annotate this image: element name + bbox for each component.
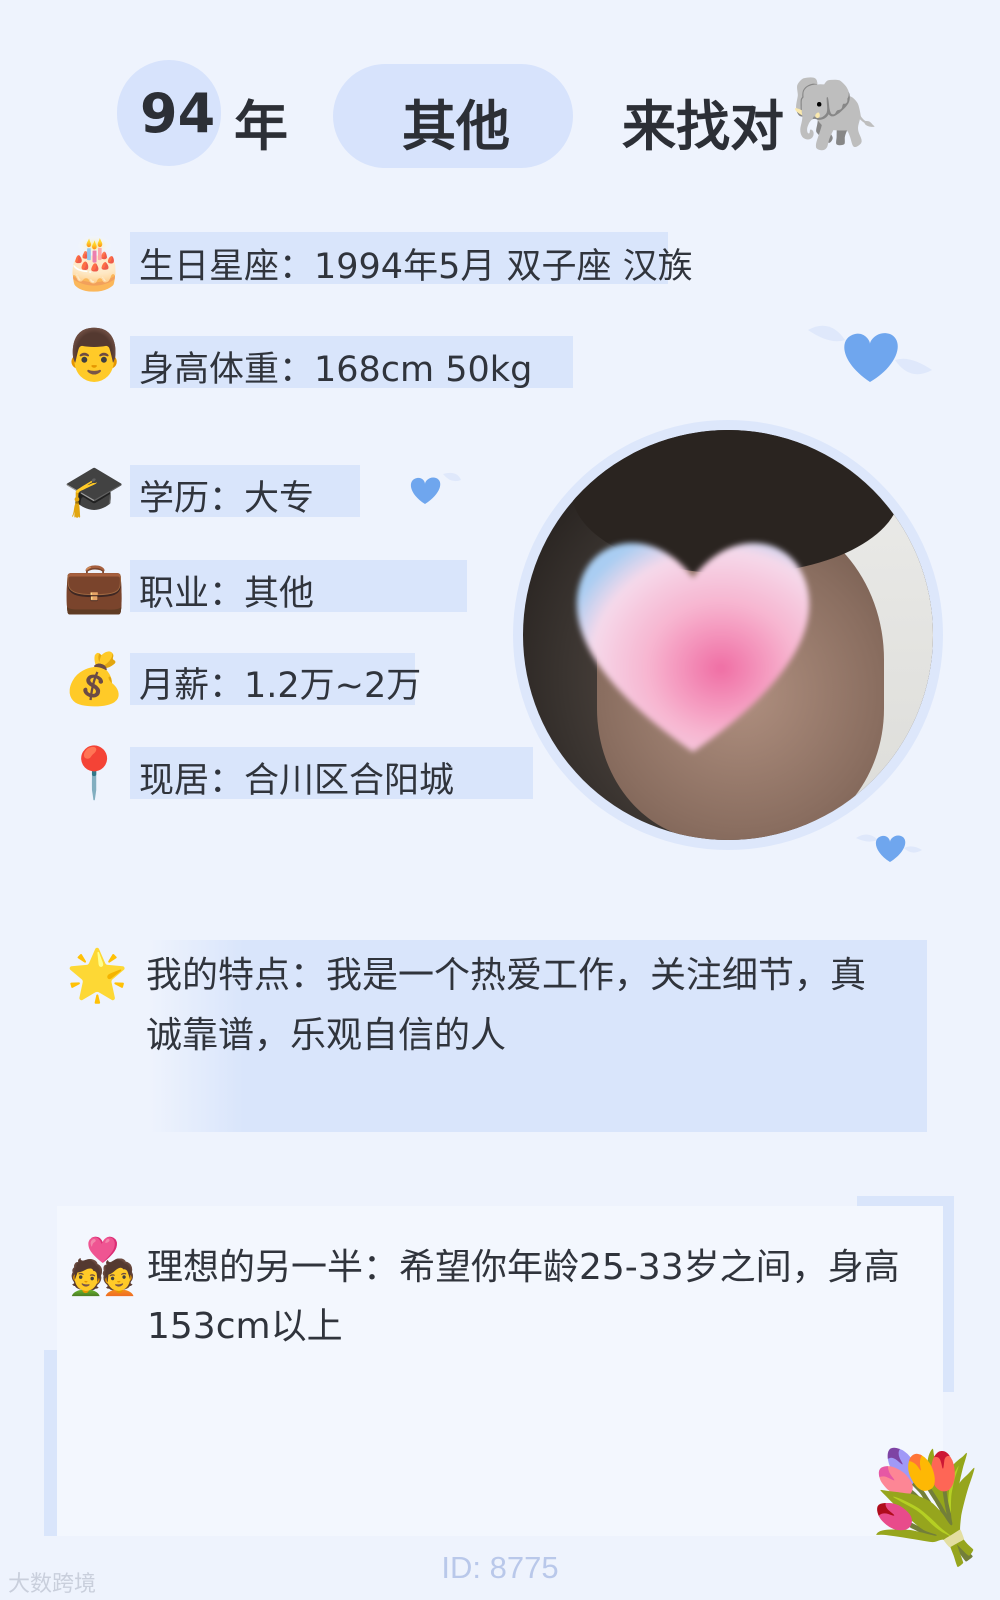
bouquet-icon: 💐: [860, 1449, 991, 1566]
birthday-field: 生日星座：1994年5月 双子座 汉族: [139, 247, 693, 287]
elephant-icon: 🐘: [790, 74, 880, 154]
profile-photo-frame: [513, 420, 943, 850]
location-pin-icon: 📍: [63, 745, 126, 801]
salary-field: 月薪：1.2万~2万: [139, 666, 422, 706]
occupation-field: 职业：其他: [139, 574, 315, 614]
privacy-heart-icon: [576, 542, 810, 752]
small-heart-icon: [410, 472, 461, 504]
graduation-cap-icon: 🎓: [63, 463, 126, 519]
money-bag-icon: 💰: [63, 651, 126, 707]
features-line-1: 我的特点：我是一个热爱工作，关注细节，真: [146, 955, 867, 996]
height-weight-field: 身高体重：168cm 50kg: [139, 350, 533, 390]
residence-field: 现居：合川区合阳城: [139, 761, 455, 801]
watermark: 大数跨境: [8, 1571, 97, 1596]
ideal-line-1: 理想的另一半：希望你年龄25-33岁之间，身高: [147, 1247, 900, 1288]
ideal-line-2: 153cm以上: [147, 1306, 343, 1347]
features-line-2: 诚靠谱，乐观自信的人: [146, 1015, 507, 1056]
winged-heart-icon: [808, 325, 932, 382]
year-number: 94: [140, 82, 216, 145]
category-label: 其他: [402, 95, 510, 158]
man-icon: 👨: [63, 327, 126, 383]
couple-icon: 💑: [69, 1237, 137, 1297]
education-field: 学历：大专: [139, 479, 315, 519]
briefcase-icon: 💼: [63, 559, 126, 615]
star-icon: 🌟: [66, 947, 129, 1003]
year-unit: 年: [234, 95, 288, 158]
seeking-label: 来找对: [622, 95, 784, 158]
profile-id: ID: 8775: [441, 1550, 559, 1585]
cake-icon: 🎂: [63, 235, 126, 291]
profile-photo: [523, 430, 933, 840]
